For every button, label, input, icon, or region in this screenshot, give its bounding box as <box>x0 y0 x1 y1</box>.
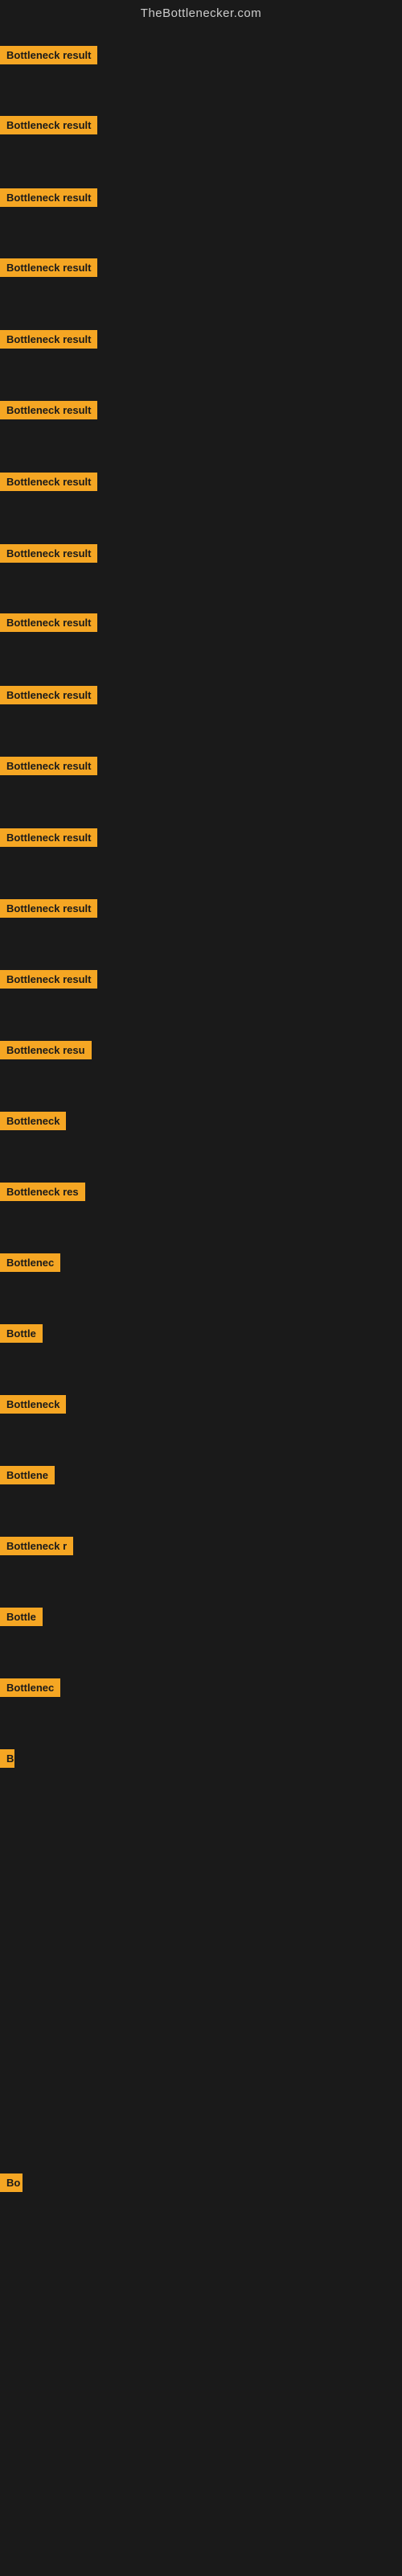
bottleneck-item[interactable]: Bottleneck result <box>0 330 97 353</box>
bottleneck-item[interactable]: Bottleneck result <box>0 401 97 423</box>
bottleneck-item[interactable]: Bottleneck result <box>0 899 97 922</box>
bottleneck-item[interactable]: Bottleneck result <box>0 46 97 68</box>
bottleneck-label: Bottleneck <box>0 1112 66 1130</box>
bottleneck-item[interactable]: Bottle <box>0 1324 43 1347</box>
bottleneck-item[interactable]: Bottleneck result <box>0 757 97 779</box>
bottleneck-label: Bottlenec <box>0 1253 60 1272</box>
bottleneck-label: Bottleneck res <box>0 1183 85 1201</box>
bottleneck-label: Bottleneck result <box>0 757 97 775</box>
bottleneck-label: Bottleneck result <box>0 116 97 134</box>
bottleneck-item[interactable]: Bottleneck result <box>0 613 97 636</box>
bottleneck-label: Bottlenec <box>0 1678 60 1697</box>
bottleneck-label: Bottleneck r <box>0 1537 73 1555</box>
bottleneck-item[interactable]: Bottleneck result <box>0 473 97 495</box>
bottleneck-label: Bottleneck result <box>0 544 97 563</box>
bottleneck-item[interactable]: Bottleneck <box>0 1395 66 1418</box>
bottleneck-item[interactable]: Bottlenec <box>0 1678 60 1701</box>
site-header: TheBottlenecker.com <box>0 0 402 23</box>
bottleneck-item[interactable]: Bottleneck res <box>0 1183 85 1205</box>
bottleneck-item[interactable]: Bottleneck resu <box>0 1041 92 1063</box>
bottleneck-item[interactable]: Bottleneck result <box>0 544 97 567</box>
bottleneck-label: Bottleneck result <box>0 613 97 632</box>
bottleneck-label: Bottleneck result <box>0 473 97 491</box>
bottleneck-label: Bottleneck <box>0 1395 66 1414</box>
bottleneck-item[interactable]: Bottleneck r <box>0 1537 73 1559</box>
bottleneck-item[interactable]: Bottleneck result <box>0 970 97 993</box>
bottleneck-label: Bottleneck resu <box>0 1041 92 1059</box>
bottleneck-label: Bottleneck result <box>0 686 97 704</box>
bottleneck-label: Bottleneck result <box>0 258 97 277</box>
bottleneck-label: Bottle <box>0 1608 43 1626</box>
site-title: TheBottlenecker.com <box>141 6 261 20</box>
bottleneck-item[interactable]: Bottleneck result <box>0 258 97 281</box>
bottleneck-item[interactable]: Bottlenec <box>0 1253 60 1276</box>
bottleneck-item[interactable]: Bottleneck <box>0 1112 66 1134</box>
bottleneck-item[interactable]: Bottleneck result <box>0 116 97 138</box>
bottleneck-label: Bottleneck result <box>0 828 97 847</box>
bottleneck-label: Bottle <box>0 1324 43 1343</box>
bottleneck-item[interactable]: Bottleneck result <box>0 828 97 851</box>
bottleneck-item[interactable]: B <box>0 1749 14 1772</box>
bottleneck-label: Bo <box>0 2174 23 2192</box>
bottleneck-label: Bottleneck result <box>0 899 97 918</box>
bottleneck-item[interactable]: Bottlene <box>0 1466 55 1488</box>
bottleneck-label: Bottleneck result <box>0 330 97 349</box>
bottleneck-item[interactable]: Bo <box>0 2174 23 2196</box>
bottleneck-item[interactable]: Bottle <box>0 1608 43 1630</box>
bottleneck-label: B <box>0 1749 14 1768</box>
bottleneck-label: Bottleneck result <box>0 188 97 207</box>
bottleneck-item[interactable]: Bottleneck result <box>0 188 97 211</box>
bottleneck-item[interactable]: Bottleneck result <box>0 686 97 708</box>
bottleneck-label: Bottleneck result <box>0 401 97 419</box>
bottleneck-label: Bottleneck result <box>0 970 97 989</box>
bottleneck-label: Bottlene <box>0 1466 55 1484</box>
bottleneck-label: Bottleneck result <box>0 46 97 64</box>
